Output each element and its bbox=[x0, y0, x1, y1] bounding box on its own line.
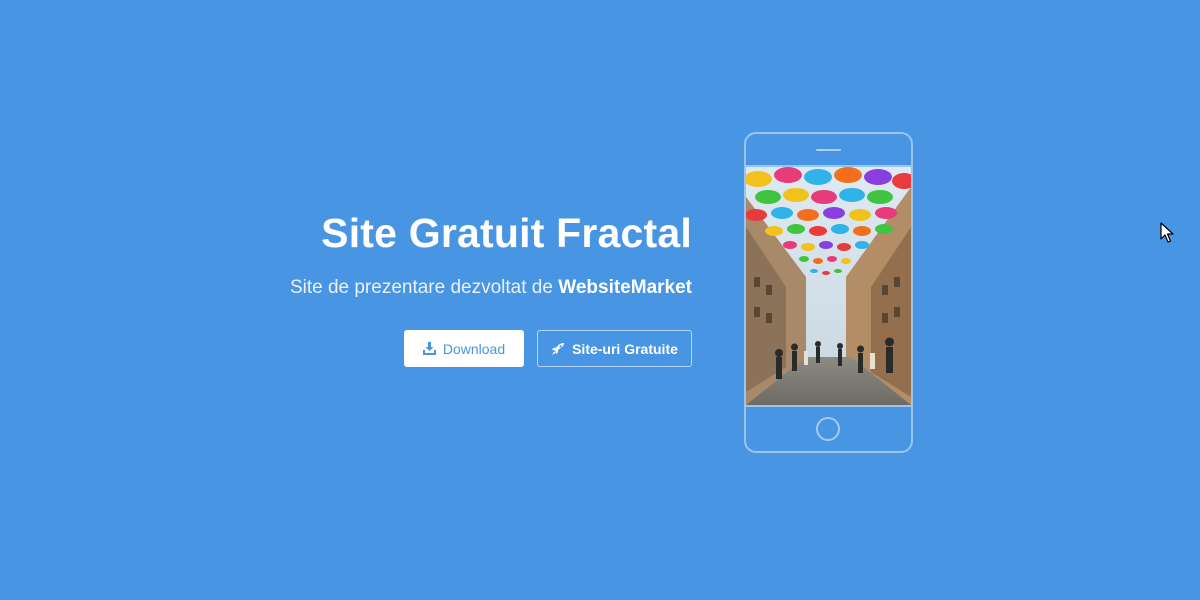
download-icon bbox=[422, 342, 436, 355]
free-sites-button[interactable]: Site-uri Gratuite bbox=[537, 330, 692, 367]
mouse-cursor-icon bbox=[1160, 222, 1174, 249]
rocket-icon bbox=[551, 342, 565, 356]
phone-home-button bbox=[816, 417, 840, 441]
subtitle-prefix: Site de prezentare dezvoltat de bbox=[289, 277, 559, 298]
brand-name: WebsiteMarket bbox=[558, 277, 692, 298]
phone-mockup bbox=[744, 132, 913, 453]
button-row: Download Site-uri Gratuite bbox=[212, 330, 692, 367]
hero-subtitle: Site de prezentare dezvoltat de WebsiteM… bbox=[212, 275, 692, 301]
page-title: Site Gratuit Fractal bbox=[321, 210, 692, 256]
free-sites-button-label: Site-uri Gratuite bbox=[572, 340, 678, 357]
download-button-label: Download bbox=[442, 340, 506, 357]
download-button[interactable]: Download bbox=[404, 330, 524, 367]
umbrella-street-image bbox=[746, 167, 911, 405]
phone-screen-image bbox=[746, 165, 911, 407]
hero-section: Site Gratuit Fractal Site de prezentare … bbox=[0, 0, 1200, 600]
phone-speaker bbox=[816, 149, 841, 151]
hero-text: Site Gratuit Fractal Site de prezentare … bbox=[212, 205, 692, 367]
